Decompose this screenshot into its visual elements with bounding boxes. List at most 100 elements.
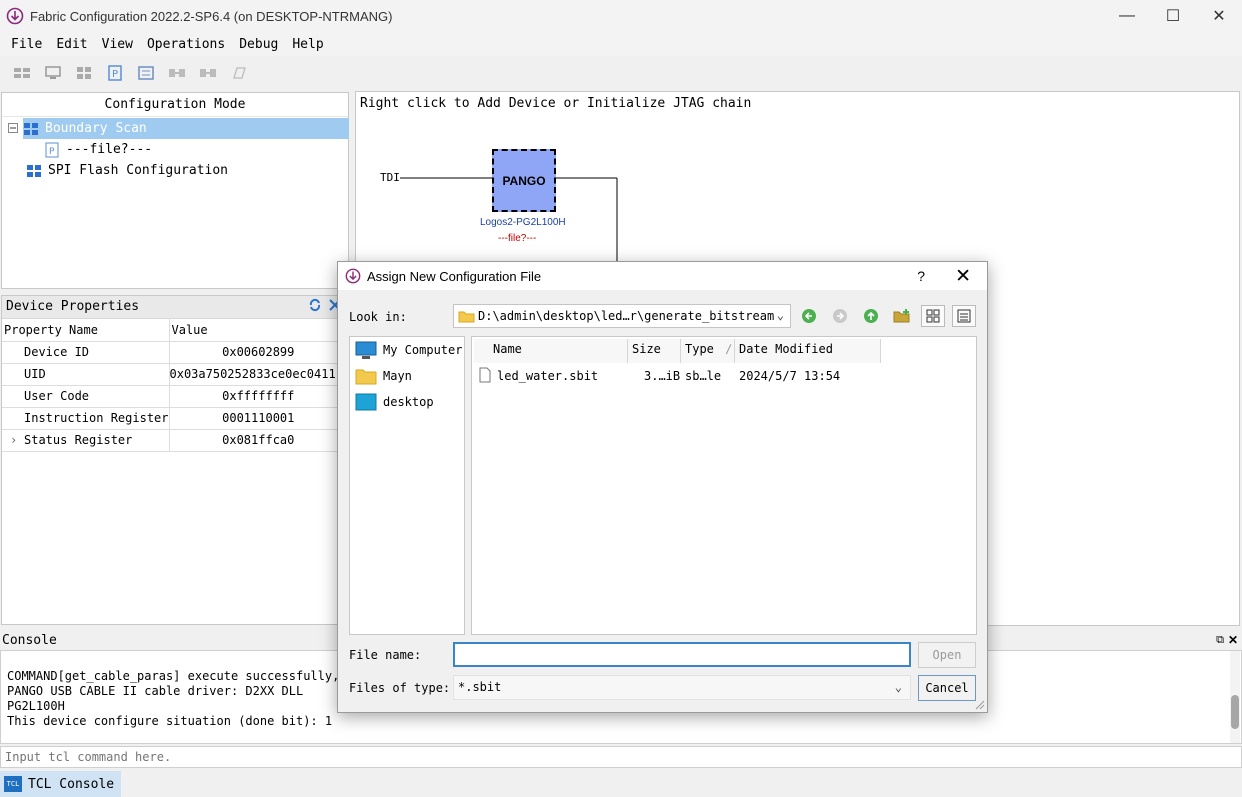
new-folder-button[interactable] (890, 305, 914, 327)
property-name: Instruction Register (2, 407, 170, 430)
device-chip[interactable]: PANGO (492, 149, 556, 212)
eraser-icon (232, 67, 246, 79)
detail-view-button[interactable] (952, 305, 976, 327)
forward-button[interactable] (828, 305, 852, 327)
parent-directory-button[interactable] (859, 305, 883, 327)
program-button[interactable]: P (99, 61, 130, 85)
refresh-icon[interactable] (308, 298, 322, 312)
link2-button[interactable] (192, 61, 223, 85)
link-button[interactable] (161, 61, 192, 85)
table-row[interactable]: Device ID 0x00602899 (2, 341, 348, 364)
property-value: 0x00602899 (169, 341, 348, 364)
tcl-console-tab[interactable]: TCL TCL Console (0, 771, 121, 797)
new-folder-icon (893, 309, 910, 323)
monitor-button[interactable] (37, 61, 68, 85)
toolbar: P (0, 60, 254, 86)
list-button[interactable] (130, 61, 161, 85)
device-properties-header: Device Properties (2, 296, 346, 319)
tree-item-boundary-scan[interactable]: Boundary Scan (23, 118, 349, 139)
canvas-hint: Right click to Add Device or Initialize … (360, 96, 752, 111)
chain-icon (13, 68, 30, 78)
column-header-date[interactable]: Date Modified (735, 339, 881, 363)
file-name-input[interactable] (453, 642, 911, 667)
scrollbar-thumb[interactable] (1231, 695, 1239, 729)
erase-button[interactable] (223, 61, 254, 85)
resize-grip-icon[interactable] (975, 700, 985, 710)
tree-item-file[interactable]: P ---file?--- (44, 139, 152, 160)
menu-debug[interactable]: Debug (232, 37, 285, 52)
collapse-icon[interactable] (8, 123, 18, 133)
files-of-type-value: *.sbit (458, 680, 502, 694)
maximize-button[interactable]: ☐ (1150, 0, 1196, 32)
file-size: 3.…iB (644, 369, 681, 383)
chevron-down-icon: ⌄ (776, 308, 784, 322)
tree-item-spi-flash[interactable]: SPI Flash Configuration (26, 160, 228, 181)
look-in-value: D:\admin\desktop\led…r\generate_bitstrea… (478, 309, 775, 323)
sidebar-item-desktop[interactable]: desktop (350, 389, 464, 415)
chevron-right-icon[interactable]: › (10, 433, 17, 447)
file-date: 2024/5/7 13:54 (739, 369, 841, 383)
property-value: 0x081ffca0 (169, 429, 348, 452)
help-button[interactable]: ? (917, 268, 925, 284)
tcl-command-input[interactable] (0, 746, 1242, 768)
list-view-button[interactable] (921, 305, 945, 327)
folder-icon (355, 369, 377, 385)
dialog-app-icon (345, 268, 361, 284)
open-button[interactable]: Open (918, 642, 976, 668)
tree-item-label: Boundary Scan (45, 121, 147, 136)
tree-item-label: ---file?--- (66, 142, 153, 157)
computer-icon (355, 341, 377, 359)
column-header-type-label: Type (685, 342, 714, 356)
property-value: 0001110001 (169, 407, 348, 430)
menu-operations[interactable]: Operations (140, 37, 232, 52)
column-header-size[interactable]: Size (628, 339, 681, 363)
app-icon (6, 7, 24, 25)
back-button[interactable] (797, 305, 821, 327)
property-name: User Code (2, 385, 170, 408)
column-header-name[interactable]: Name (474, 339, 628, 363)
grid-button[interactable] (68, 61, 99, 85)
file-list: Name Size Type ∕ Date Modified led_water… (471, 336, 977, 635)
column-header: Property Name (2, 319, 170, 342)
minimize-button[interactable]: — (1104, 0, 1150, 32)
menu-edit[interactable]: Edit (49, 37, 94, 52)
table-row[interactable]: Instruction Register 0001110001 (2, 407, 348, 430)
device-properties-panel: Device Properties Property Name Value De… (1, 295, 348, 625)
boundary-scan-icon (24, 122, 38, 135)
table-row[interactable]: User Code 0xffffffff (2, 385, 348, 408)
close-console-icon[interactable]: ✕ (1228, 630, 1238, 650)
places-sidebar: My Computer Mayn desktop (349, 336, 465, 635)
file-type: sb…le (685, 369, 722, 383)
file-name: led_water.sbit (497, 369, 599, 383)
device-file-label: ---file?--- (498, 233, 537, 244)
chain-grey-icon (168, 69, 185, 77)
tcl-console-tab-label: TCL Console (28, 776, 115, 792)
console-scrollbar[interactable] (1230, 651, 1240, 743)
sidebar-item-my-computer[interactable]: My Computer (350, 337, 464, 363)
column-header: Value (169, 319, 348, 342)
tcl-icon: TCL (4, 776, 22, 792)
sidebar-item-mayn[interactable]: Mayn (350, 363, 464, 389)
close-window-button[interactable]: ✕ (1196, 0, 1242, 32)
float-icon[interactable]: ⧉ (1216, 630, 1224, 650)
dialog-close-button[interactable]: ✕ (955, 265, 971, 288)
column-header-type[interactable]: Type ∕ (681, 339, 735, 363)
files-of-type-combo[interactable]: *.sbit ⌄ (453, 675, 911, 700)
forward-arrow-icon (833, 309, 847, 323)
table-row[interactable]: UID 0x03a750252833ce0ec0411... (2, 363, 348, 386)
property-name: UID (2, 363, 170, 386)
look-in-combo[interactable]: D:\admin\desktop\led…r\generate_bitstrea… (453, 304, 791, 328)
menu-file[interactable]: File (4, 37, 49, 52)
dialog-title-bar: Assign New Configuration File ? ✕ (338, 262, 987, 290)
sort-indicator-icon: ∕ (725, 342, 733, 356)
title-bar: Fabric Configuration 2022.2-SP6.4 (on DE… (0, 0, 1242, 32)
device-properties-table: Property Name Value Device ID 0x00602899… (2, 319, 348, 452)
file-row[interactable]: led_water.sbit 3.…iB sb…le 2024/5/7 13:5… (472, 365, 978, 387)
menu-view[interactable]: View (95, 37, 140, 52)
table-row[interactable]: › Status Register 0x081ffca0 (2, 429, 348, 452)
cancel-button[interactable]: Cancel (918, 675, 976, 701)
configuration-mode-panel: Configuration Mode Boundary Scan P ---fi… (1, 92, 349, 289)
scan-chain-button[interactable] (6, 61, 37, 85)
menu-help[interactable]: Help (285, 37, 330, 52)
tree-item-label: SPI Flash Configuration (48, 163, 229, 178)
